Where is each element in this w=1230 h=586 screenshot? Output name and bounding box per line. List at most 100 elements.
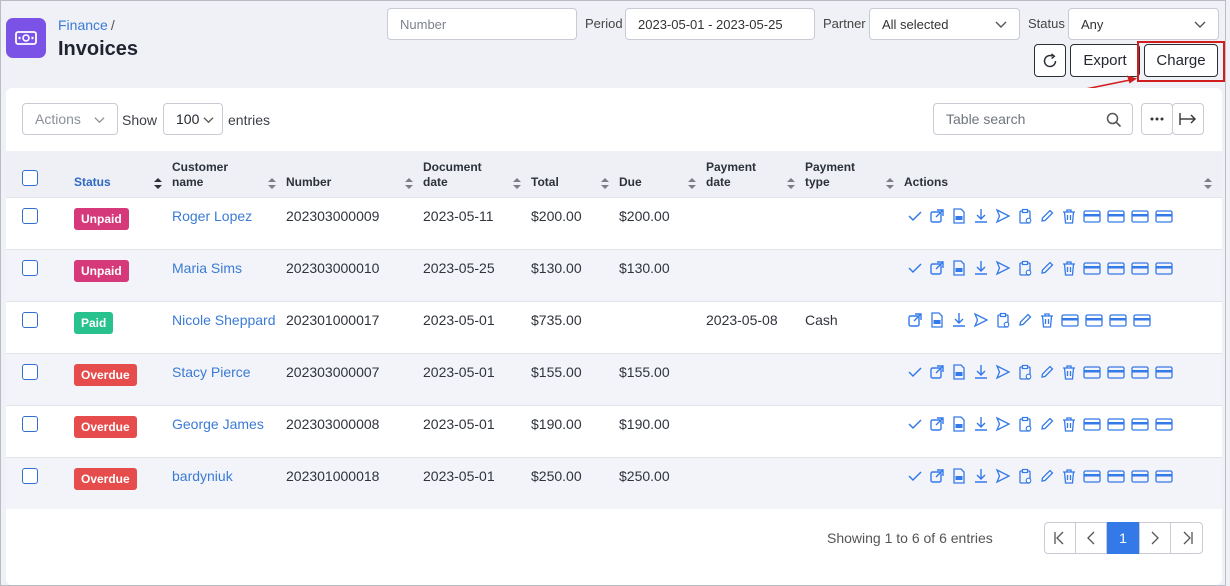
column-header-status[interactable]: Status xyxy=(74,151,172,197)
clipboard-icon[interactable] xyxy=(1017,364,1033,380)
open-external-icon[interactable] xyxy=(907,312,923,328)
edit-icon[interactable] xyxy=(1039,416,1055,432)
pdf-icon[interactable] xyxy=(951,415,967,432)
download-icon[interactable] xyxy=(973,364,989,380)
check-icon[interactable] xyxy=(907,364,923,380)
send-icon[interactable] xyxy=(995,208,1011,224)
row-checkbox[interactable] xyxy=(22,363,38,380)
column-header-customer[interactable]: Customer name xyxy=(172,151,286,197)
customer-link[interactable]: George James xyxy=(172,416,264,432)
download-icon[interactable] xyxy=(951,312,967,328)
credit-card-icon[interactable] xyxy=(1085,312,1103,328)
breadcrumb-finance-link[interactable]: Finance xyxy=(58,17,108,33)
next-page-button[interactable] xyxy=(1139,522,1171,554)
credit-card-icon[interactable] xyxy=(1131,364,1149,380)
row-checkbox[interactable] xyxy=(22,259,38,276)
number-input[interactable]: Number xyxy=(387,8,577,40)
column-header-total[interactable]: Total xyxy=(531,151,619,197)
credit-card-icon[interactable] xyxy=(1083,364,1101,380)
open-external-icon[interactable] xyxy=(929,364,945,380)
check-icon[interactable] xyxy=(907,416,923,432)
previous-page-button[interactable] xyxy=(1075,522,1107,554)
credit-card-icon[interactable] xyxy=(1131,208,1149,224)
period-date-range-input[interactable]: 2023-05-01 - 2023-05-25 xyxy=(625,8,815,40)
send-icon[interactable] xyxy=(995,468,1011,484)
pdf-icon[interactable] xyxy=(951,207,967,224)
download-icon[interactable] xyxy=(973,468,989,484)
credit-card-icon[interactable] xyxy=(1083,208,1101,224)
pdf-icon[interactable] xyxy=(951,259,967,276)
column-header-payment-type[interactable]: Payment type xyxy=(805,151,904,197)
credit-card-icon[interactable] xyxy=(1155,208,1173,224)
row-checkbox[interactable] xyxy=(22,415,38,432)
send-icon[interactable] xyxy=(995,260,1011,276)
clipboard-icon[interactable] xyxy=(1017,208,1033,224)
credit-card-icon[interactable] xyxy=(1131,468,1149,484)
page-size-select[interactable]: 100 xyxy=(163,103,223,135)
credit-card-icon[interactable] xyxy=(1133,312,1151,328)
edit-icon[interactable] xyxy=(1017,312,1033,328)
edit-icon[interactable] xyxy=(1039,364,1055,380)
column-toggle-button[interactable] xyxy=(1172,103,1204,135)
credit-card-icon[interactable] xyxy=(1131,260,1149,276)
pdf-icon[interactable] xyxy=(951,467,967,484)
credit-card-icon[interactable] xyxy=(1107,260,1125,276)
partner-select[interactable]: All selected xyxy=(869,8,1020,40)
check-icon[interactable] xyxy=(907,468,923,484)
credit-card-icon[interactable] xyxy=(1155,364,1173,380)
row-checkbox[interactable] xyxy=(22,467,38,484)
customer-link[interactable]: bardyniuk xyxy=(172,468,233,484)
clipboard-icon[interactable] xyxy=(1017,468,1033,484)
first-page-button[interactable] xyxy=(1044,522,1076,554)
column-header-document-date[interactable]: Document date xyxy=(423,151,531,197)
credit-card-icon[interactable] xyxy=(1083,260,1101,276)
credit-card-icon[interactable] xyxy=(1109,312,1127,328)
credit-card-icon[interactable] xyxy=(1107,468,1125,484)
select-all-checkbox[interactable] xyxy=(22,169,38,186)
credit-card-icon[interactable] xyxy=(1107,416,1125,432)
check-icon[interactable] xyxy=(907,260,923,276)
credit-card-icon[interactable] xyxy=(1061,312,1079,328)
clipboard-icon[interactable] xyxy=(995,312,1011,328)
trash-icon[interactable] xyxy=(1061,260,1077,276)
last-page-button[interactable] xyxy=(1170,522,1203,554)
download-icon[interactable] xyxy=(973,416,989,432)
credit-card-icon[interactable] xyxy=(1155,416,1173,432)
send-icon[interactable] xyxy=(973,312,989,328)
trash-icon[interactable] xyxy=(1061,364,1077,380)
check-icon[interactable] xyxy=(907,208,923,224)
send-icon[interactable] xyxy=(995,416,1011,432)
clipboard-icon[interactable] xyxy=(1017,260,1033,276)
open-external-icon[interactable] xyxy=(929,208,945,224)
trash-icon[interactable] xyxy=(1039,312,1055,328)
clipboard-icon[interactable] xyxy=(1017,416,1033,432)
customer-link[interactable]: Roger Lopez xyxy=(172,208,252,224)
send-icon[interactable] xyxy=(995,364,1011,380)
column-header-payment-date[interactable]: Payment date xyxy=(706,151,805,197)
trash-icon[interactable] xyxy=(1061,208,1077,224)
credit-card-icon[interactable] xyxy=(1131,416,1149,432)
trash-icon[interactable] xyxy=(1061,468,1077,484)
column-header-due[interactable]: Due xyxy=(619,151,706,197)
download-icon[interactable] xyxy=(973,260,989,276)
download-icon[interactable] xyxy=(973,208,989,224)
row-checkbox[interactable] xyxy=(22,207,38,224)
table-search-input[interactable]: Table search xyxy=(933,103,1133,135)
open-external-icon[interactable] xyxy=(929,468,945,484)
more-options-button[interactable] xyxy=(1141,103,1173,135)
pdf-icon[interactable] xyxy=(951,363,967,380)
credit-card-icon[interactable] xyxy=(1155,260,1173,276)
credit-card-icon[interactable] xyxy=(1155,468,1173,484)
credit-card-icon[interactable] xyxy=(1107,364,1125,380)
trash-icon[interactable] xyxy=(1061,416,1077,432)
bulk-actions-select[interactable]: Actions xyxy=(22,103,118,135)
customer-link[interactable]: Stacy Pierce xyxy=(172,364,251,380)
credit-card-icon[interactable] xyxy=(1107,208,1125,224)
credit-card-icon[interactable] xyxy=(1083,468,1101,484)
column-header-actions[interactable]: Actions xyxy=(904,151,1222,197)
edit-icon[interactable] xyxy=(1039,468,1055,484)
open-external-icon[interactable] xyxy=(929,416,945,432)
customer-link[interactable]: Nicole Sheppard xyxy=(172,312,276,328)
credit-card-icon[interactable] xyxy=(1083,416,1101,432)
row-checkbox[interactable] xyxy=(22,311,38,328)
